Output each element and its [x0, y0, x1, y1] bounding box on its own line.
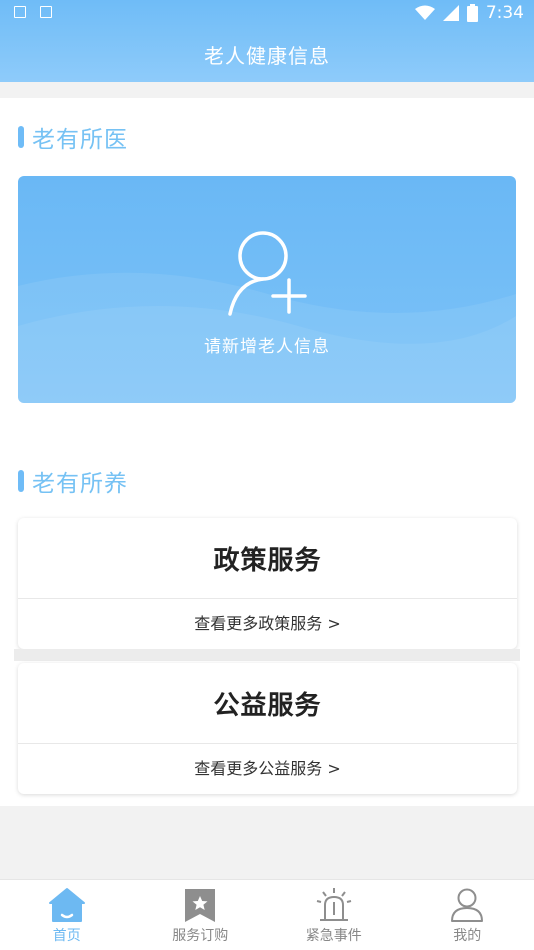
header: 7:34 老人健康信息 [0, 0, 534, 82]
add-elder-card[interactable]: 请新增老人信息 [18, 176, 516, 403]
section-accent-bar [18, 470, 24, 492]
alarm-light-icon [316, 888, 351, 921]
nav-home[interactable]: 首页 [0, 880, 134, 950]
card-separator [14, 649, 520, 661]
status-indicators: 7:34 [414, 3, 524, 23]
nav-label: 首页 [52, 928, 81, 944]
bottom-navigation: 首页 服务订购 紧急事件 我的 [0, 879, 534, 950]
add-elder-label: 请新增老人信息 [204, 337, 330, 357]
wifi-icon [414, 5, 435, 20]
more-policy-services-link[interactable]: 查看更多政策服务 > [18, 598, 517, 649]
nav-label: 紧急事件 [305, 928, 362, 944]
status-time: 7:34 [485, 3, 524, 23]
section-title-care: 老有所养 [18, 464, 128, 498]
status-notifications [14, 6, 52, 18]
section-accent-bar [18, 126, 24, 148]
status-bar: 7:34 [0, 0, 534, 28]
section-title-text: 老有所医 [32, 127, 128, 153]
nav-mine[interactable]: 我的 [401, 880, 534, 950]
bookmark-star-icon [185, 889, 216, 922]
more-welfare-services-link[interactable]: 查看更多公益服务 > [18, 743, 517, 794]
notification-icon [14, 6, 26, 18]
nav-service-order[interactable]: 服务订购 [134, 880, 268, 950]
section-title-medical: 老有所医 [18, 120, 128, 154]
service-name: 政策服务 [213, 546, 322, 576]
home-icon [48, 888, 85, 922]
notification-icon [40, 6, 52, 18]
service-name: 公益服务 [213, 691, 322, 721]
signal-icon [442, 5, 459, 21]
page-title: 老人健康信息 [204, 44, 330, 68]
person-icon [451, 888, 484, 922]
add-person-icon [228, 231, 307, 316]
policy-service-card[interactable]: 政策服务 查看更多政策服务 > [18, 518, 517, 649]
nav-label: 服务订购 [172, 928, 229, 944]
battery-icon [466, 4, 478, 22]
nav-label: 我的 [453, 928, 482, 944]
public-welfare-card[interactable]: 公益服务 查看更多公益服务 > [18, 663, 517, 794]
section-title-text: 老有所养 [32, 471, 128, 497]
main-content: 老有所医 请新增老人信息 老有所养 政策服务 查看更多政策服务 > 公益服务 查… [0, 98, 534, 806]
nav-emergency[interactable]: 紧急事件 [267, 880, 401, 950]
